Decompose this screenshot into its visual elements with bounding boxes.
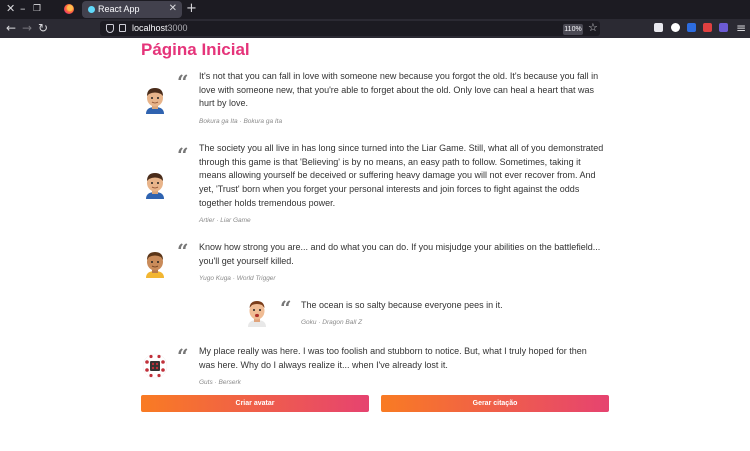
- boy-avatar-icon: [146, 173, 164, 199]
- quote-text: The society you all live in has long sin…: [199, 143, 604, 208]
- boy-avatar-icon: [146, 88, 164, 114]
- quote-text: The ocean is so salty because everyone p…: [301, 300, 503, 310]
- quote-text: It's not that you can fall in love with …: [199, 71, 599, 109]
- extension-shield-icon[interactable]: [687, 23, 696, 32]
- page-title: Página Inicial: [141, 40, 250, 59]
- tab-title: React App: [98, 4, 140, 14]
- window-restore-icon[interactable]: ❐: [33, 3, 41, 15]
- pattern-avatar-icon: [142, 353, 168, 379]
- browser-nav-bar: ← → ↻ localhost :3000: [0, 19, 750, 38]
- reload-icon[interactable]: ↻: [38, 21, 48, 35]
- quote-mark-icon: “: [177, 239, 189, 263]
- quote-mark-icon: “: [280, 296, 292, 320]
- surprised-boy-avatar-icon: [248, 301, 266, 327]
- quote-author: Guts · Berserk: [199, 379, 241, 386]
- forward-icon[interactable]: →: [22, 21, 32, 35]
- quote-text: My place really was here. I was too fool…: [199, 346, 587, 370]
- extension-purple-icon[interactable]: [719, 23, 728, 32]
- react-favicon-icon: [88, 6, 95, 13]
- window-close-icon[interactable]: ✕: [6, 3, 15, 15]
- quote-author: Bokura ga Ita · Bokura ga Ita: [199, 118, 283, 125]
- extension-icon[interactable]: [654, 23, 663, 32]
- quote-mark-icon: “: [177, 70, 189, 94]
- bookmark-star-icon[interactable]: ☆: [588, 21, 598, 34]
- quote-text: Know how strong you are... and do what y…: [199, 242, 601, 266]
- url-host: localhost: [132, 23, 168, 33]
- menu-icon[interactable]: ≡: [736, 21, 746, 35]
- quote-author: Yugo Kuga · World Trigger: [199, 275, 276, 282]
- generate-quote-button[interactable]: Gerar citação: [381, 395, 609, 412]
- quote-author: Goku · Dragon Ball Z: [301, 319, 363, 326]
- quote-mark-icon: “: [177, 143, 189, 167]
- extension-red-icon[interactable]: [703, 23, 712, 32]
- quote-mark-icon: “: [177, 344, 189, 368]
- tab-react-app[interactable]: React App ✕: [82, 1, 182, 18]
- url-bar[interactable]: localhost :3000: [100, 21, 600, 36]
- window-minimize-icon[interactable]: –: [20, 3, 26, 15]
- tracking-shield-icon[interactable]: [106, 24, 114, 33]
- url-port: :3000: [165, 23, 188, 33]
- quote-author: Artier · Liar Game: [199, 217, 251, 224]
- create-avatar-button[interactable]: Criar avatar: [141, 395, 369, 412]
- new-tab-icon[interactable]: +: [186, 1, 197, 16]
- tab-close-icon[interactable]: ✕: [169, 3, 177, 14]
- extension-clock-icon[interactable]: [671, 23, 680, 32]
- browser-tab-bar: ✕ – ❐ React App ✕ +: [0, 0, 750, 19]
- zoom-level-badge[interactable]: 110%: [563, 24, 583, 35]
- tan-boy-avatar-icon: [146, 252, 164, 278]
- firefox-logo-icon: [64, 4, 74, 14]
- back-icon[interactable]: ←: [6, 21, 16, 35]
- page-info-icon[interactable]: [119, 24, 126, 32]
